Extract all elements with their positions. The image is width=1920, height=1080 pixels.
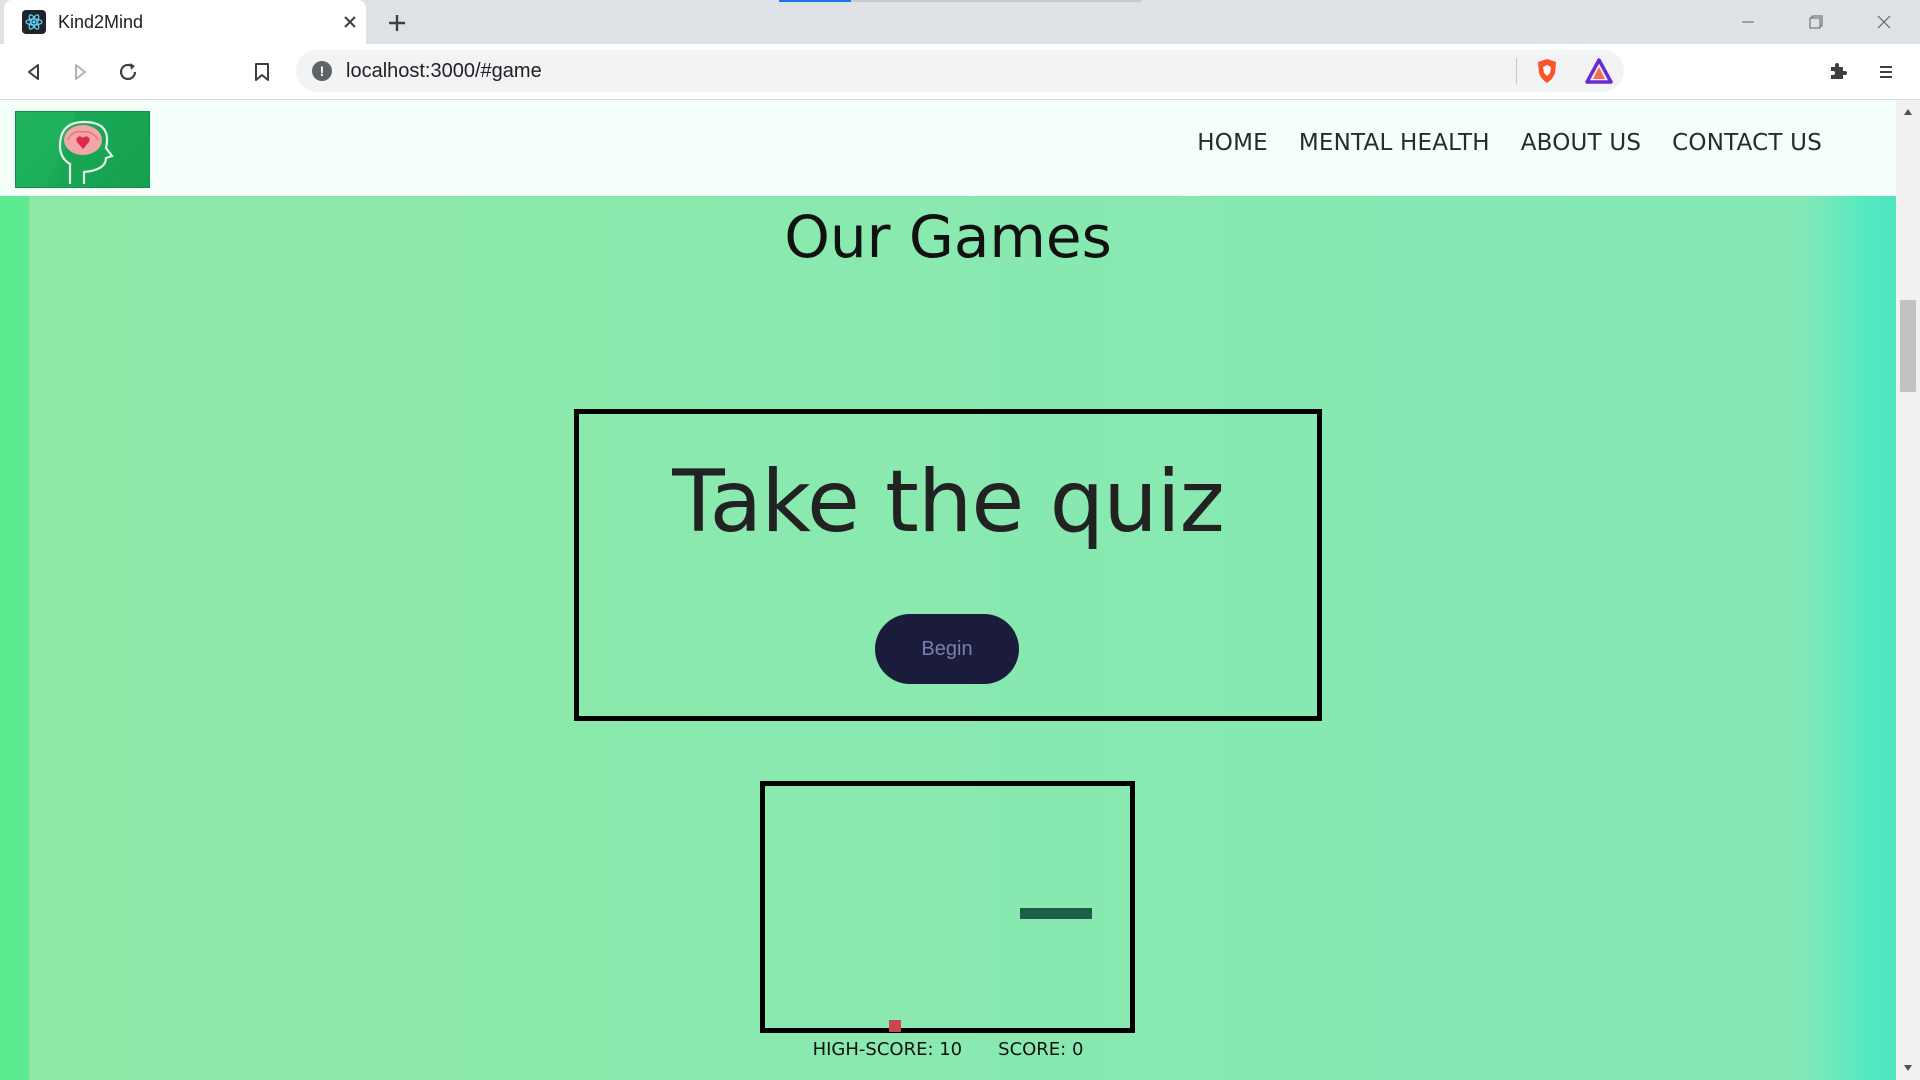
- scroll-down-arrow-icon[interactable]: [1896, 1058, 1920, 1078]
- close-tab-icon[interactable]: [338, 10, 362, 34]
- minimize-icon[interactable]: [1724, 6, 1772, 38]
- restore-icon[interactable]: [1792, 6, 1840, 38]
- browser-tab-strip: Kind2Mind: [0, 0, 1920, 44]
- reload-icon[interactable]: [110, 54, 146, 90]
- close-window-icon[interactable]: [1860, 6, 1908, 38]
- scrollbar-thumb[interactable]: [1900, 300, 1916, 392]
- games-section-title: Our Games: [784, 203, 1112, 271]
- nav-link-contact-us[interactable]: CONTACT US: [1672, 130, 1822, 156]
- brain-head-logo-icon: [16, 112, 149, 187]
- score-text: SCORE: 0: [998, 1039, 1084, 1060]
- omnibox-divider: [1516, 58, 1517, 84]
- site-header: HOME MENTAL HEALTH ABOUT US CONTACT US: [0, 100, 1896, 196]
- quiz-card: Take the quiz Begin: [574, 409, 1322, 721]
- back-icon[interactable]: [16, 54, 52, 90]
- scroll-up-arrow-icon[interactable]: [1896, 102, 1920, 122]
- nav-link-about-us[interactable]: ABOUT US: [1521, 130, 1641, 156]
- url-text[interactable]: localhost:3000/#game: [346, 60, 542, 83]
- browser-toolbar: ! localhost:3000/#game: [0, 44, 1920, 100]
- high-score-text: HIGH-SCORE: 10: [812, 1039, 963, 1060]
- browser-tab-active[interactable]: Kind2Mind: [4, 0, 366, 44]
- site-logo[interactable]: [15, 111, 150, 188]
- nav-link-home[interactable]: HOME: [1197, 130, 1268, 156]
- menu-hamburger-icon[interactable]: [1868, 54, 1904, 90]
- loading-indicator: [779, 0, 851, 2]
- react-logo-icon: [22, 10, 46, 34]
- site-info-icon[interactable]: !: [312, 61, 332, 81]
- extensions-puzzle-icon[interactable]: [1820, 54, 1856, 90]
- page-viewport: HOME MENTAL HEALTH ABOUT US CONTACT US O…: [0, 100, 1896, 1080]
- page-scrollbar[interactable]: [1896, 100, 1920, 1080]
- brave-shield-icon[interactable]: [1532, 56, 1562, 86]
- snake-body: [1020, 908, 1092, 919]
- snake-food: [889, 1020, 901, 1032]
- bookmark-icon[interactable]: [244, 54, 280, 90]
- brave-rewards-icon[interactable]: [1584, 56, 1614, 86]
- nav-link-mental-health[interactable]: MENTAL HEALTH: [1299, 130, 1490, 156]
- main-navigation: HOME MENTAL HEALTH ABOUT US CONTACT US: [1197, 130, 1822, 156]
- loading-indicator-track: [851, 0, 1141, 2]
- forward-icon[interactable]: [62, 54, 98, 90]
- score-bar: HIGH-SCORE: 10 SCORE: 0: [0, 1039, 1896, 1060]
- snake-game-board[interactable]: [760, 781, 1135, 1033]
- begin-quiz-button[interactable]: Begin: [875, 614, 1019, 684]
- tab-title: Kind2Mind: [58, 12, 144, 32]
- quiz-heading: Take the quiz: [672, 452, 1225, 552]
- address-bar[interactable]: ! localhost:3000/#game: [296, 50, 1624, 92]
- new-tab-plus-icon[interactable]: [382, 8, 412, 38]
